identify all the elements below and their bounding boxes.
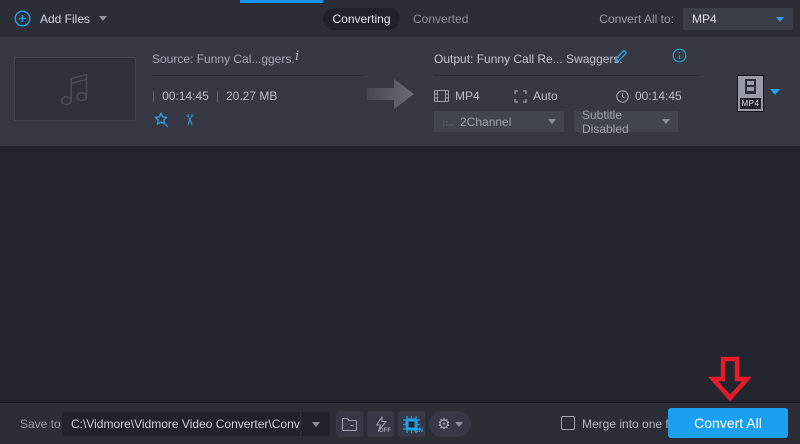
edit-output-name-button[interactable] <box>613 48 629 67</box>
source-size: 20.27 MB <box>225 89 278 103</box>
annotation-down-arrow-icon <box>708 356 752 402</box>
folder-icon <box>341 417 358 431</box>
gear-icon: ⚙ <box>437 415 451 433</box>
hardware-acceleration-toggle-button[interactable]: ON <box>398 411 425 437</box>
convert-all-to-value: MP4 <box>692 12 717 26</box>
high-speed-state: OFF <box>379 428 391 434</box>
audio-channel-value: 2Channel <box>460 114 512 129</box>
source-title: Source: Funny Cal...ggers. <box>152 51 295 66</box>
pencil-icon <box>614 49 628 63</box>
separator: | <box>152 89 156 103</box>
convert-all-to-label: Convert All to: <box>599 12 674 26</box>
merge-label[interactable]: Merge into one file <box>582 417 681 431</box>
mp4-file-icon: MP4 <box>737 75 764 112</box>
open-folder-button[interactable] <box>336 411 363 437</box>
top-toolbar: Add Files Converting Converted Convert A… <box>0 0 800 37</box>
resize-icon <box>514 89 527 103</box>
chevron-down-icon <box>776 16 784 22</box>
file-list-empty-area <box>0 146 800 402</box>
audio-channels-icon <box>442 117 454 127</box>
save-path-input[interactable]: C:\Vidmore\Vidmore Video Converter\Conve… <box>62 412 300 436</box>
subtitle-dropdown[interactable]: Subtitle Disabled <box>574 108 678 136</box>
resolution-group: Auto <box>514 89 558 103</box>
clock-icon <box>616 89 629 103</box>
source-info-icon[interactable]: i <box>295 49 299 64</box>
separator: | <box>215 89 219 103</box>
plus-circle-icon <box>14 10 31 27</box>
tab-converted-label: Converted <box>413 12 469 26</box>
chevron-down-icon <box>770 89 780 95</box>
source-section: Source: Funny Cal...ggers. i | 00:14:45 … <box>152 49 364 129</box>
high-speed-toggle-button[interactable]: OFF <box>367 411 394 437</box>
convert-all-button[interactable]: Convert All <box>668 408 788 438</box>
output-format: MP4 <box>455 89 480 103</box>
output-section: Output: Funny Call Re... Swaggers. MP4 A… <box>434 48 700 136</box>
convert-all-to-dropdown[interactable]: MP4 <box>683 8 793 30</box>
convert-direction-arrow-icon <box>367 79 414 109</box>
source-duration: 00:14:45 <box>162 89 209 103</box>
output-title: Output: Funny Call Re... Swaggers. <box>434 51 623 66</box>
format-badge: MP4 <box>740 98 761 109</box>
media-file-row: Source: Funny Cal...ggers. i | 00:14:45 … <box>0 37 800 146</box>
cut-button[interactable]: ✂ <box>180 111 198 129</box>
active-tab-indicator <box>240 0 323 3</box>
hardware-acceleration-state: ON <box>414 428 423 434</box>
format-group: MP4 <box>434 89 480 103</box>
music-note-icon <box>60 73 88 106</box>
output-info-button[interactable] <box>672 48 687 66</box>
audio-channel-dropdown[interactable]: 2Channel <box>434 111 564 132</box>
subtitle-value: Subtitle Disabled <box>582 107 629 136</box>
output-duration: 00:14:45 <box>635 89 682 103</box>
duration-group: 00:14:45 <box>616 89 682 103</box>
add-files-label: Add Files <box>40 11 91 26</box>
source-meta: | 00:14:45 | 20.27 MB <box>152 89 364 103</box>
save-to-label: Save to: <box>20 417 65 431</box>
merge-checkbox[interactable] <box>561 416 575 430</box>
film-icon <box>434 90 449 102</box>
media-thumbnail[interactable] <box>14 57 136 121</box>
chevron-down-icon <box>99 16 108 21</box>
chevron-down-icon <box>662 119 670 124</box>
output-resolution: Auto <box>533 89 558 103</box>
edit-effects-button[interactable] <box>152 111 170 129</box>
add-files-button[interactable]: Add Files <box>14 6 108 31</box>
tab-converting-label: Converting <box>332 12 391 26</box>
scissors-icon: ✂ <box>180 113 198 127</box>
info-circle-icon <box>672 48 687 63</box>
save-path-dropdown-button[interactable] <box>300 412 330 436</box>
bottom-toolbar: Save to: C:\Vidmore\Vidmore Video Conver… <box>0 402 800 444</box>
settings-button[interactable]: ⚙ <box>429 411 471 437</box>
filmstrip-icon <box>745 79 756 94</box>
tab-converting[interactable]: Converting <box>323 8 400 30</box>
convert-all-button-label: Convert All <box>694 415 762 431</box>
tab-converted[interactable]: Converted <box>413 8 468 30</box>
chevron-down-icon <box>311 421 320 427</box>
output-format-chooser[interactable]: MP4 <box>737 75 780 112</box>
divider <box>152 75 364 76</box>
magic-star-icon <box>154 112 169 128</box>
convert-all-to-group: Convert All to: MP4 <box>599 8 793 30</box>
divider <box>434 75 700 76</box>
chevron-down-icon <box>548 119 556 124</box>
output-format-info: MP4 Auto 00:14:45 <box>434 89 700 104</box>
chevron-down-icon <box>454 421 463 427</box>
vidmore-converter-window: Add Files Converting Converted Convert A… <box>0 0 800 444</box>
